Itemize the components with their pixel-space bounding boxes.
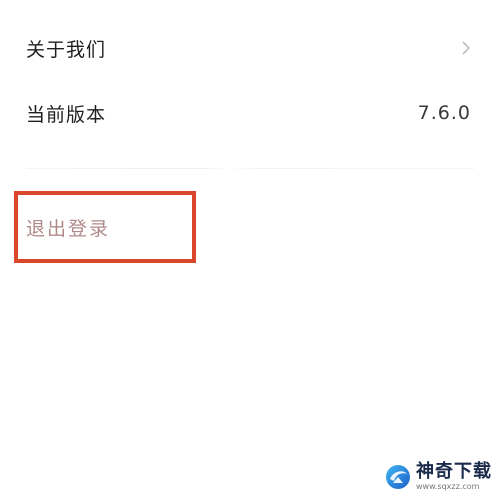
- chevron-right-icon: [460, 40, 472, 56]
- version-value: 7.6.0: [417, 102, 471, 124]
- logout-button[interactable]: 退出登录: [26, 211, 110, 243]
- divider: [26, 168, 474, 169]
- settings-page: 关于我们 当前版本 7.6.0 退出登录 神奇下载 www.sqxzz.com: [0, 0, 500, 500]
- about-us-row[interactable]: 关于我们: [0, 25, 500, 71]
- watermark-text: 神奇下载 www.sqxzz.com: [416, 462, 492, 492]
- current-version-row: 当前版本 7.6.0: [0, 90, 500, 136]
- watermark-name: 神奇下载: [416, 461, 492, 482]
- current-version-label: 当前版本: [26, 103, 107, 126]
- watermark: 神奇下载 www.sqxzz.com: [384, 462, 492, 492]
- about-us-label: 关于我们: [26, 38, 107, 61]
- watermark-logo-icon: [384, 463, 412, 491]
- watermark-url: www.sqxzz.com: [416, 482, 480, 491]
